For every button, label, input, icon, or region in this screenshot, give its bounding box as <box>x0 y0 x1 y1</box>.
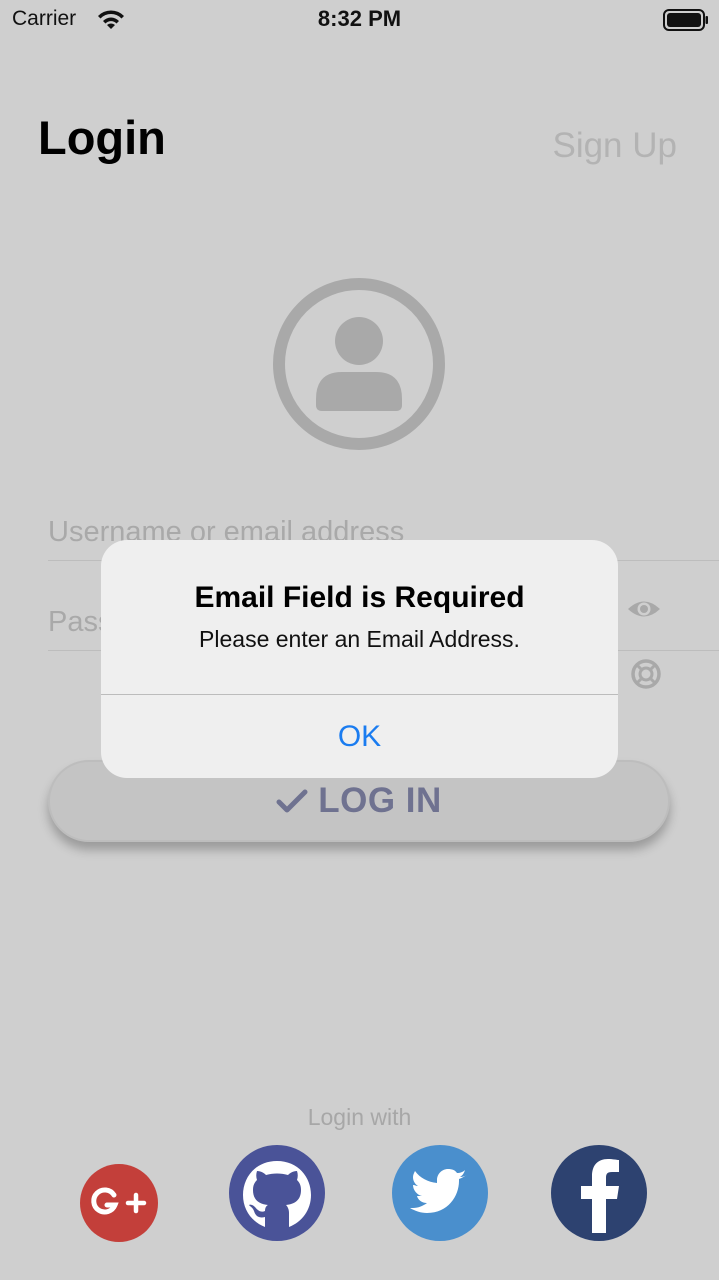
login-screen: Carrier 8:32 PM Login Sign Up Username o… <box>0 0 719 1280</box>
signup-link[interactable]: Sign Up <box>552 125 677 167</box>
alert-title: Email Field is Required <box>194 581 525 614</box>
alert-message: Please enter an Email Address. <box>199 626 520 652</box>
alert-ok-button[interactable]: OK <box>101 695 618 778</box>
google-plus-icon <box>91 1187 147 1215</box>
google-plus-login-button[interactable] <box>80 1164 158 1242</box>
facebook-login-button[interactable] <box>551 1145 647 1241</box>
user-avatar-icon <box>273 278 445 450</box>
github-icon <box>243 1161 311 1227</box>
checkmark-icon <box>276 789 308 813</box>
twitter-login-button[interactable] <box>392 1145 488 1241</box>
github-login-button[interactable] <box>229 1145 325 1241</box>
clock: 8:32 PM <box>317 6 402 31</box>
page-title: Login <box>38 111 166 164</box>
twitter-bird-icon <box>410 1169 467 1213</box>
login-button-label: LOG IN <box>318 781 442 820</box>
facebook-icon <box>581 1159 619 1233</box>
battery-icon <box>663 9 708 31</box>
lifebuoy-help-icon[interactable] <box>630 658 662 690</box>
login-with-caption: Login with <box>307 1104 412 1130</box>
show-password-eye-icon[interactable] <box>626 594 662 624</box>
status-bar: Carrier 8:32 PM <box>0 0 719 40</box>
alert-dialog: Email Field is Required Please enter an … <box>101 540 618 778</box>
